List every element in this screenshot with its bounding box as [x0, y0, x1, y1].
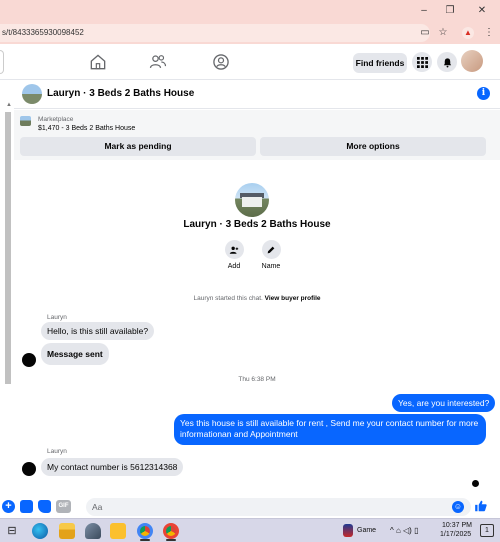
chrome-icon[interactable] — [137, 523, 153, 539]
listing-avatar — [235, 183, 269, 217]
bookmark-star-icon[interactable]: ☆ — [436, 26, 450, 40]
name-action[interactable]: Name — [256, 240, 286, 270]
seen-indicator — [472, 480, 479, 487]
url-field[interactable]: s/t/8433365930098452 — [0, 24, 430, 42]
more-options-button[interactable]: More options — [260, 137, 486, 156]
sticker-icon[interactable] — [38, 500, 51, 513]
menu-grid-button[interactable] — [412, 52, 432, 72]
chrome-profile-icon[interactable] — [163, 523, 179, 539]
info-icon[interactable]: i — [477, 87, 490, 100]
game-label[interactable]: Game — [357, 527, 376, 534]
notification-center-icon[interactable]: 1 — [480, 524, 494, 537]
message-sender: Lauryn — [47, 448, 67, 455]
name-label: Name — [261, 263, 281, 270]
timestamp-separator: Thu 6:38 PM — [238, 376, 276, 383]
search-box[interactable] — [0, 50, 4, 74]
started-text: Lauryn started this chat. — [193, 295, 263, 302]
emoji-icon[interactable]: ☺ — [452, 501, 464, 513]
marketplace-thumbnail — [20, 116, 31, 126]
message-bubble-outgoing[interactable]: Yes, are you interested? — [392, 394, 496, 412]
chat-title[interactable]: Lauryn · 3 Beds 2 Baths House — [47, 88, 194, 99]
grid-icon — [416, 56, 428, 68]
game-icon[interactable] — [343, 524, 353, 537]
listing-thumbnail[interactable] — [22, 84, 42, 104]
message-bubble-outgoing[interactable]: Yes this house is still available for re… — [174, 414, 486, 445]
pencil-icon — [267, 246, 275, 253]
scroll-up-arrow[interactable]: ▲ — [6, 102, 12, 108]
message-sender: Lauryn — [47, 314, 67, 321]
view-buyer-profile-link[interactable]: View buyer profile — [265, 295, 321, 302]
plus-icon[interactable]: + — [2, 500, 15, 513]
minimize-button[interactable]: – — [414, 4, 434, 18]
marketplace-listing-bar: Marketplace $1,470 - 3 Beds 2 Baths Hous… — [14, 110, 500, 160]
task-view-icon[interactable]: ⊟ — [4, 523, 20, 539]
message-composer: + GIF Aa ☺ — [0, 497, 500, 518]
thumbs-up-icon[interactable] — [474, 499, 488, 513]
clock-time[interactable]: 10:37 PM — [442, 522, 472, 529]
home-icon[interactable] — [88, 52, 108, 72]
system-tray-icons[interactable]: ^ ⌂ ◁) ▯ — [390, 526, 418, 535]
windows-taskbar: ⊟ Game ^ ⌂ ◁) ▯ 10:37 PM 1/17/2025 1 — [0, 518, 500, 542]
gif-icon[interactable]: GIF — [56, 500, 71, 513]
marketplace-label: Marketplace — [38, 116, 74, 123]
message-bubble[interactable]: Message sent — [41, 343, 109, 365]
listing-price-title[interactable]: $1,470 - 3 Beds 2 Baths House — [38, 125, 135, 132]
message-placeholder: Aa — [92, 502, 103, 512]
sender-avatar[interactable] — [22, 353, 36, 367]
chat-header: Lauryn · 3 Beds 2 Baths House i — [14, 80, 500, 109]
conversation-title: Lauryn · 3 Beds 2 Baths House — [183, 219, 331, 230]
bell-icon — [443, 57, 451, 68]
add-person-icon — [229, 246, 239, 254]
app-icon[interactable] — [85, 523, 101, 539]
account-avatar[interactable] — [461, 50, 483, 72]
browser-profile-icon[interactable]: ▲ — [462, 27, 474, 39]
translate-icon[interactable]: ▭ — [418, 26, 432, 40]
browser-titlebar: – ❐ ✕ — [0, 0, 500, 22]
conversation-panel: Lauryn · 3 Beds 2 Baths House Add Name L… — [14, 160, 500, 497]
add-action[interactable]: Add — [219, 240, 249, 270]
close-button[interactable]: ✕ — [472, 4, 492, 18]
maximize-button[interactable]: ❐ — [440, 4, 460, 18]
clock-date[interactable]: 1/17/2025 — [440, 531, 471, 538]
mark-as-pending-button[interactable]: Mark as pending — [20, 137, 256, 156]
sender-avatar[interactable] — [22, 462, 36, 476]
file-explorer-icon[interactable] — [59, 523, 75, 539]
message-bubble[interactable]: Hello, is this still available? — [41, 322, 155, 340]
address-bar: s/t/8433365930098452 ▭ ☆ ▲ ⋮ — [0, 22, 500, 44]
chat-started-notice: Lauryn started this chat. View buyer pro… — [14, 295, 500, 302]
find-friends-button[interactable]: Find friends — [353, 53, 407, 73]
photo-icon[interactable] — [20, 500, 33, 513]
message-bubble[interactable]: My contact number is 5612314368 — [41, 458, 184, 476]
message-input[interactable]: Aa ☺ — [86, 498, 471, 516]
edge-browser-icon[interactable] — [32, 523, 48, 539]
notifications-button[interactable] — [437, 52, 457, 72]
friends-icon[interactable] — [148, 52, 168, 72]
profile-icon[interactable] — [211, 52, 231, 72]
browser-menu-icon[interactable]: ⋮ — [482, 26, 496, 40]
sticky-notes-icon[interactable] — [110, 523, 126, 539]
page-scrollbar[interactable] — [5, 112, 11, 384]
add-label: Add — [227, 263, 241, 270]
facebook-top-nav: Find friends — [0, 44, 500, 80]
